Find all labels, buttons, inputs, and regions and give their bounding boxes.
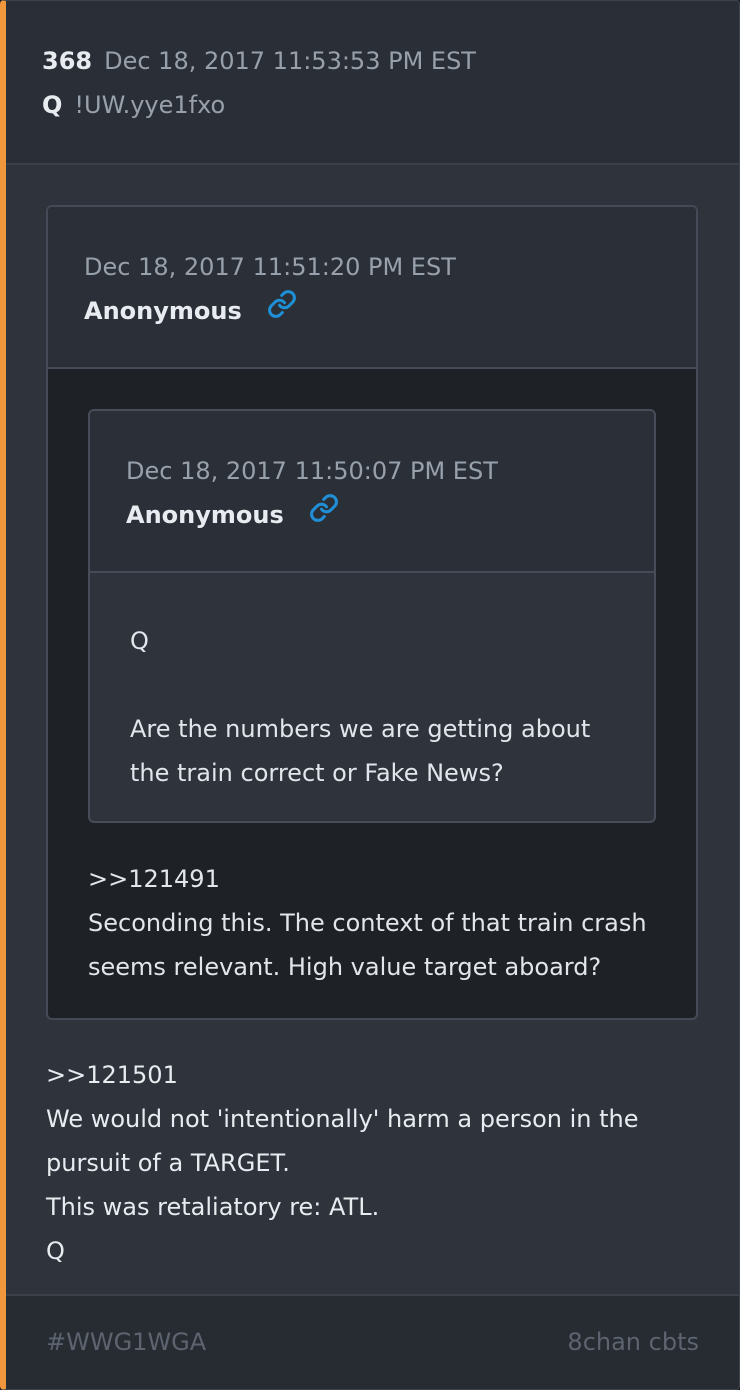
source-label: 8chan cbts [567, 1328, 699, 1356]
text-line: Q [46, 1237, 65, 1265]
post-number: 368 [42, 47, 93, 75]
quoted-post-outer-timestamp: Dec 18, 2017 11:51:20 PM EST [84, 253, 456, 281]
post-meta-row: 368 Dec 18, 2017 11:53:53 PM EST [42, 45, 476, 77]
quoted-post-inner: Dec 18, 2017 11:50:07 PM EST Anonymous Q [88, 409, 656, 823]
quoted-post-inner-timestamp: Dec 18, 2017 11:50:07 PM EST [126, 457, 498, 485]
text-line: Seconding this. The context of that trai… [88, 909, 647, 937]
post-footer: #WWG1WGA 8chan cbts [6, 1294, 739, 1389]
post-message: >>121501 We would not 'intentionally' ha… [46, 1053, 706, 1273]
text-line: pursuit of a TARGET. [46, 1149, 290, 1177]
quoted-post-inner-paragraph: Are the numbers we are getting about the… [130, 715, 591, 787]
text-line: seems relevant. High value target aboard… [88, 953, 602, 981]
quoted-post-outer-header: Dec 18, 2017 11:51:20 PM EST Anonymous [48, 207, 696, 369]
hashtag: #WWG1WGA [46, 1328, 207, 1356]
quoted-post-outer: Dec 18, 2017 11:51:20 PM EST Anonymous D… [46, 205, 698, 1020]
post-author: Q [42, 91, 63, 119]
quoted-post-inner-author-row: Anonymous [126, 494, 339, 531]
quoted-post-outer-author-row: Anonymous [84, 290, 297, 327]
link-icon[interactable] [309, 493, 339, 531]
post-timestamp: Dec 18, 2017 11:53:53 PM EST [104, 47, 476, 75]
text-line: This was retaliatory re: ATL. [46, 1193, 380, 1221]
quoted-post-inner-paragraph: Q [130, 627, 149, 655]
quoted-post-inner-text: Q Are the numbers we are getting about t… [130, 619, 630, 795]
post-body: Dec 18, 2017 11:51:20 PM EST Anonymous D… [6, 165, 739, 1294]
post-tripcode: !UW.yye1fxo [74, 91, 226, 119]
post-reference-link[interactable]: >>121501 [46, 1053, 706, 1097]
quoted-post-inner-author: Anonymous [126, 501, 284, 529]
link-icon[interactable] [267, 289, 297, 327]
quoted-post-outer-author: Anonymous [84, 297, 242, 325]
quoted-post-inner-header: Dec 18, 2017 11:50:07 PM EST Anonymous [90, 411, 654, 573]
quoted-post-outer-text: >>121491 Seconding this. The context of … [88, 857, 668, 989]
post-author-row: Q !UW.yye1fxo [42, 89, 225, 121]
post-header: 368 Dec 18, 2017 11:53:53 PM EST Q !UW.yye… [6, 1, 739, 165]
post-reference-link[interactable]: >>121491 [88, 857, 668, 901]
text-line: We would not 'intentionally' harm a pers… [46, 1105, 639, 1133]
post-card: 368 Dec 18, 2017 11:53:53 PM EST Q !UW.yye… [0, 0, 740, 1390]
